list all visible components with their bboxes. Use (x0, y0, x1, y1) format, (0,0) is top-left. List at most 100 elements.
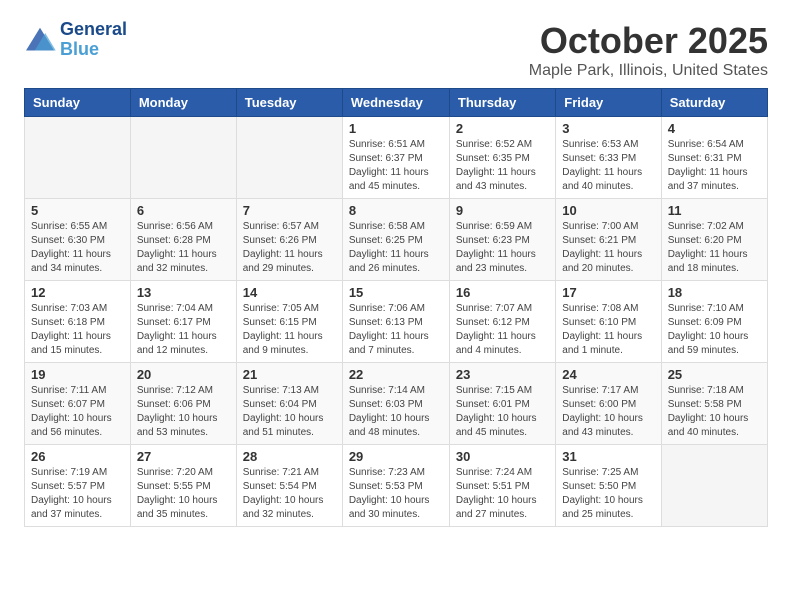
week-row-5: 26Sunrise: 7:19 AM Sunset: 5:57 PM Dayli… (25, 445, 768, 527)
day-cell: 6Sunrise: 6:56 AM Sunset: 6:28 PM Daylig… (130, 199, 236, 281)
day-info: Sunrise: 7:02 AM Sunset: 6:20 PM Dayligh… (668, 220, 761, 276)
day-cell: 26Sunrise: 7:19 AM Sunset: 5:57 PM Dayli… (25, 445, 131, 527)
day-cell: 22 Sunrise: 7:14 AM Sunset: 6:03 PM Dayli… (342, 363, 449, 445)
day-cell: 7 Sunrise: 6:57 AM Sunset: 6:26 PM Daylig… (236, 199, 342, 281)
day-cell: 17Sunrise: 7:08 AM Sunset: 6:10 PM Dayli… (556, 281, 661, 363)
weekday-header-wednesday: Wednesday (342, 89, 449, 117)
day-info: Sunrise: 7:10 AM Sunset: 6:09 PM Dayligh… (668, 302, 761, 358)
header: General Blue October 2025 Maple Park, Il… (24, 20, 768, 80)
week-row-4: 19 Sunrise: 7:11 AM Sunset: 6:07 PM Dayli… (25, 363, 768, 445)
day-cell: 31 Sunrise: 7:25 AM Sunset: 5:50 PM Dayli… (556, 445, 661, 527)
day-info: Sunrise: 7:21 AM Sunset: 5:54 PM Dayligh… (243, 466, 336, 522)
day-number: 27 (137, 449, 230, 464)
logo-icon (24, 26, 56, 54)
day-cell: 20Sunrise: 7:12 AM Sunset: 6:06 PM Dayli… (130, 363, 236, 445)
day-number: 21 (243, 367, 336, 382)
day-number: 28 (243, 449, 336, 464)
calendar: SundayMondayTuesdayWednesdayThursdayFrid… (24, 88, 768, 527)
day-info: Sunrise: 7:12 AM Sunset: 6:06 PM Dayligh… (137, 384, 230, 440)
day-info: Sunrise: 7:05 AM Sunset: 6:15 PM Dayligh… (243, 302, 336, 358)
day-number: 16 (456, 285, 549, 300)
weekday-header-thursday: Thursday (449, 89, 555, 117)
day-info: Sunrise: 7:07 AM Sunset: 6:12 PM Dayligh… (456, 302, 549, 358)
day-info: Sunrise: 6:59 AM Sunset: 6:23 PM Dayligh… (456, 220, 549, 276)
day-cell: 14 Sunrise: 7:05 AM Sunset: 6:15 PM Dayli… (236, 281, 342, 363)
day-number: 23 (456, 367, 549, 382)
day-cell: 30 Sunrise: 7:24 AM Sunset: 5:51 PM Dayli… (449, 445, 555, 527)
day-info: Sunrise: 6:54 AM Sunset: 6:31 PM Dayligh… (668, 138, 761, 194)
weekday-header-tuesday: Tuesday (236, 89, 342, 117)
day-number: 15 (349, 285, 443, 300)
day-number: 24 (562, 367, 654, 382)
day-cell: 10 Sunrise: 7:00 AM Sunset: 6:21 PM Dayli… (556, 199, 661, 281)
day-info: Sunrise: 6:58 AM Sunset: 6:25 PM Dayligh… (349, 220, 443, 276)
day-cell: 1 Sunrise: 6:51 AM Sunset: 6:37 PM Daylig… (342, 117, 449, 199)
day-info: Sunrise: 7:13 AM Sunset: 6:04 PM Dayligh… (243, 384, 336, 440)
day-cell: 12 Sunrise: 7:03 AM Sunset: 6:18 PM Dayli… (25, 281, 131, 363)
day-number: 18 (668, 285, 761, 300)
day-cell: 8 Sunrise: 6:58 AM Sunset: 6:25 PM Daylig… (342, 199, 449, 281)
day-cell: 28 Sunrise: 7:21 AM Sunset: 5:54 PM Dayli… (236, 445, 342, 527)
day-info: Sunrise: 7:20 AM Sunset: 5:55 PM Dayligh… (137, 466, 230, 522)
day-number: 7 (243, 203, 336, 218)
day-cell: 23 Sunrise: 7:15 AM Sunset: 6:01 PM Dayli… (449, 363, 555, 445)
day-number: 14 (243, 285, 336, 300)
day-info: Sunrise: 6:52 AM Sunset: 6:35 PM Dayligh… (456, 138, 549, 194)
day-info: Sunrise: 7:08 AM Sunset: 6:10 PM Dayligh… (562, 302, 654, 358)
day-info: Sunrise: 7:19 AM Sunset: 5:57 PM Dayligh… (31, 466, 124, 522)
day-info: Sunrise: 7:18 AM Sunset: 5:58 PM Dayligh… (668, 384, 761, 440)
day-number: 10 (562, 203, 654, 218)
logo-text: General Blue (60, 20, 127, 60)
day-cell (661, 445, 767, 527)
weekday-header-monday: Monday (130, 89, 236, 117)
day-cell: 24 Sunrise: 7:17 AM Sunset: 6:00 PM Dayli… (556, 363, 661, 445)
day-cell: 27 Sunrise: 7:20 AM Sunset: 5:55 PM Dayli… (130, 445, 236, 527)
day-number: 11 (668, 203, 761, 218)
logo: General Blue (24, 20, 127, 60)
day-info: Sunrise: 7:00 AM Sunset: 6:21 PM Dayligh… (562, 220, 654, 276)
day-info: Sunrise: 6:57 AM Sunset: 6:26 PM Dayligh… (243, 220, 336, 276)
day-number: 30 (456, 449, 549, 464)
week-row-1: 1 Sunrise: 6:51 AM Sunset: 6:37 PM Daylig… (25, 117, 768, 199)
day-info: Sunrise: 7:24 AM Sunset: 5:51 PM Dayligh… (456, 466, 549, 522)
day-info: Sunrise: 7:17 AM Sunset: 6:00 PM Dayligh… (562, 384, 654, 440)
week-row-2: 5Sunrise: 6:55 AM Sunset: 6:30 PM Daylig… (25, 199, 768, 281)
day-number: 9 (456, 203, 549, 218)
weekday-header-friday: Friday (556, 89, 661, 117)
day-info: Sunrise: 7:03 AM Sunset: 6:18 PM Dayligh… (31, 302, 124, 358)
weekday-header-saturday: Saturday (661, 89, 767, 117)
day-number: 31 (562, 449, 654, 464)
day-cell: 18 Sunrise: 7:10 AM Sunset: 6:09 PM Dayli… (661, 281, 767, 363)
day-info: Sunrise: 7:15 AM Sunset: 6:01 PM Dayligh… (456, 384, 549, 440)
day-number: 3 (562, 121, 654, 136)
day-info: Sunrise: 7:25 AM Sunset: 5:50 PM Dayligh… (562, 466, 654, 522)
day-cell: 3Sunrise: 6:53 AM Sunset: 6:33 PM Daylig… (556, 117, 661, 199)
day-number: 22 (349, 367, 443, 382)
day-cell (25, 117, 131, 199)
day-number: 8 (349, 203, 443, 218)
day-info: Sunrise: 7:04 AM Sunset: 6:17 PM Dayligh… (137, 302, 230, 358)
day-cell: 29Sunrise: 7:23 AM Sunset: 5:53 PM Dayli… (342, 445, 449, 527)
day-cell: 5Sunrise: 6:55 AM Sunset: 6:30 PM Daylig… (25, 199, 131, 281)
day-info: Sunrise: 7:23 AM Sunset: 5:53 PM Dayligh… (349, 466, 443, 522)
weekday-header-sunday: Sunday (25, 89, 131, 117)
day-info: Sunrise: 7:11 AM Sunset: 6:07 PM Dayligh… (31, 384, 124, 440)
day-number: 1 (349, 121, 443, 136)
day-info: Sunrise: 7:14 AM Sunset: 6:03 PM Dayligh… (349, 384, 443, 440)
day-number: 12 (31, 285, 124, 300)
month-title: October 2025 (529, 20, 768, 62)
day-info: Sunrise: 6:51 AM Sunset: 6:37 PM Dayligh… (349, 138, 443, 194)
day-cell: 16 Sunrise: 7:07 AM Sunset: 6:12 PM Dayli… (449, 281, 555, 363)
day-cell: 25Sunrise: 7:18 AM Sunset: 5:58 PM Dayli… (661, 363, 767, 445)
location-subtitle: Maple Park, Illinois, United States (529, 62, 768, 80)
day-cell: 9 Sunrise: 6:59 AM Sunset: 6:23 PM Daylig… (449, 199, 555, 281)
day-number: 2 (456, 121, 549, 136)
day-cell (130, 117, 236, 199)
day-number: 13 (137, 285, 230, 300)
weekday-header-row: SundayMondayTuesdayWednesdayThursdayFrid… (25, 89, 768, 117)
day-cell: 15 Sunrise: 7:06 AM Sunset: 6:13 PM Dayli… (342, 281, 449, 363)
day-info: Sunrise: 7:06 AM Sunset: 6:13 PM Dayligh… (349, 302, 443, 358)
day-number: 19 (31, 367, 124, 382)
title-area: October 2025 Maple Park, Illinois, Unite… (529, 20, 768, 80)
week-row-3: 12 Sunrise: 7:03 AM Sunset: 6:18 PM Dayli… (25, 281, 768, 363)
